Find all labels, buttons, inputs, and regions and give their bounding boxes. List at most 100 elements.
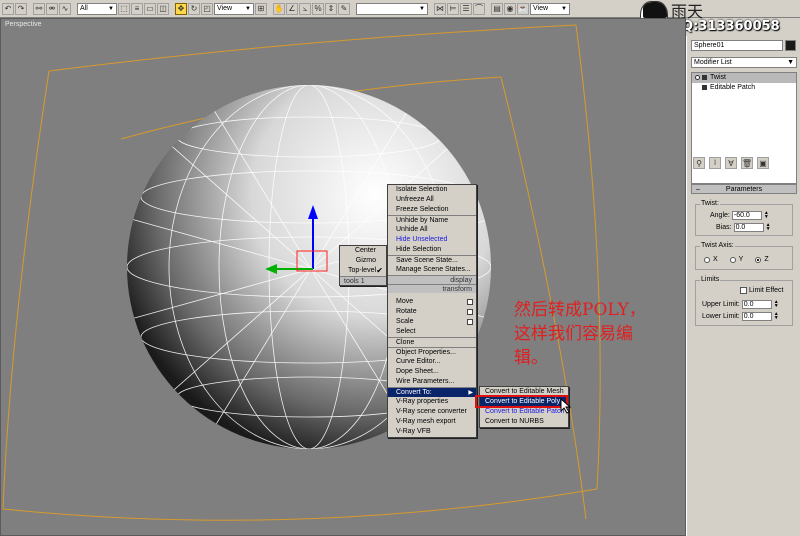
- parameters-rollout-header[interactable]: – Parameters: [691, 184, 797, 194]
- group-title: Limits: [700, 276, 721, 283]
- menu-item-vray-vfb[interactable]: V-Ray VFB: [388, 427, 476, 437]
- angle-spinner-field[interactable]: -60.0: [731, 211, 762, 220]
- menu-item-rotate[interactable]: Rotate: [388, 307, 476, 317]
- menu-item-save-scene-state[interactable]: Save Scene State...: [388, 255, 476, 265]
- material-editor-icon[interactable]: ◉: [504, 2, 516, 15]
- menu-item-unhide-by-name[interactable]: Unhide by Name: [388, 215, 476, 225]
- menu-item-convert-nurbs[interactable]: Convert to NURBS: [480, 417, 568, 427]
- select-by-name-icon[interactable]: ≡: [131, 2, 143, 15]
- curve-editor-icon[interactable]: ⌒: [473, 2, 485, 15]
- object-color-swatch[interactable]: [785, 40, 796, 51]
- menu-item-freeze-selection[interactable]: Freeze Selection: [388, 205, 476, 215]
- menu-item-dope-sheet[interactable]: Dope Sheet...: [388, 367, 476, 377]
- menu-item-wire-parameters[interactable]: Wire Parameters...: [388, 377, 476, 387]
- check-icon: ✔: [376, 266, 383, 275]
- render-type-dropdown[interactable]: View ▼: [530, 2, 570, 15]
- menu-item-curve-editor[interactable]: Curve Editor...: [388, 357, 476, 367]
- menu-item-manage-scene-states[interactable]: Manage Scene States...: [388, 265, 476, 275]
- stack-item-label: Twist: [710, 74, 726, 81]
- upper-limit-field[interactable]: 0.0: [741, 300, 772, 309]
- percent-snap-icon[interactable]: %: [312, 2, 324, 15]
- menu-item-clone[interactable]: Clone: [388, 337, 476, 347]
- menu-item-hide-unselected[interactable]: Hide Unselected: [388, 235, 476, 245]
- menu-item-vray-properties[interactable]: V-Ray properties: [388, 397, 476, 407]
- select-rotate-icon[interactable]: ↻: [188, 2, 200, 15]
- upper-limit-label: Upper Limit:: [702, 301, 740, 308]
- limit-effect-checkbox[interactable]: [740, 287, 747, 294]
- pin-stack-icon[interactable]: ⚲: [693, 157, 705, 169]
- spinner-arrows-icon[interactable]: ▲ ▼: [774, 312, 779, 321]
- select-scale-icon[interactable]: ◰: [201, 2, 213, 15]
- menu-item-move[interactable]: Move: [388, 297, 476, 307]
- rectangle-selection-icon[interactable]: ▭: [144, 2, 156, 15]
- menu-item-hide-selection[interactable]: Hide Selection: [388, 245, 476, 255]
- remove-modifier-icon[interactable]: 🗑: [741, 157, 753, 169]
- undo-icon[interactable]: ↶: [2, 2, 14, 15]
- menu-item-center[interactable]: Center: [340, 246, 386, 256]
- render-scene-icon[interactable]: ☕: [517, 2, 529, 15]
- menu-item-select[interactable]: Select: [388, 327, 476, 337]
- menu-item-unfreeze-all[interactable]: Unfreeze All: [388, 195, 476, 205]
- pivot-center-icon[interactable]: ⊞: [255, 2, 267, 15]
- stack-item-twist[interactable]: Twist: [692, 73, 796, 83]
- menu-item-label: Move: [396, 298, 414, 305]
- bias-spinner-field[interactable]: 0.0: [733, 223, 764, 232]
- selection-filter-dropdown[interactable]: All ▼: [77, 2, 117, 15]
- spinner-arrows-icon[interactable]: ▲ ▼: [764, 211, 769, 220]
- show-end-result-icon[interactable]: ⏽: [709, 157, 721, 169]
- lower-limit-field[interactable]: 0.0: [741, 312, 772, 321]
- menu-item-convert-to[interactable]: Convert To: ▶: [388, 387, 476, 397]
- snap-toggle-icon[interactable]: ∠: [286, 2, 298, 15]
- menu-item-object-properties[interactable]: Object Properties...: [388, 347, 476, 357]
- named-selection-sets-dropdown[interactable]: ▼: [356, 2, 428, 15]
- unlink-icon[interactable]: ⚮: [46, 2, 58, 15]
- axis-x-radio[interactable]: [704, 256, 710, 263]
- menu-item-convert-editable-patch[interactable]: Convert to Editable Patch: [480, 407, 568, 417]
- axis-y-radio[interactable]: [729, 256, 736, 263]
- quad-label-display: display: [388, 275, 476, 284]
- menu-item-unhide-all[interactable]: Unhide All: [388, 225, 476, 235]
- select-move-icon[interactable]: ✥: [175, 2, 187, 15]
- spinner-snap-icon[interactable]: ⇕: [325, 2, 337, 15]
- reference-coordinate-dropdown[interactable]: View ▼: [214, 2, 254, 15]
- spinner-arrows-icon[interactable]: ▲ ▼: [774, 300, 779, 309]
- edit-named-sets-icon[interactable]: ✎: [338, 2, 350, 15]
- modifier-box-icon: [702, 85, 707, 90]
- stack-item-editable-patch[interactable]: Editable Patch: [692, 83, 796, 93]
- select-manipulate-icon[interactable]: ✋: [273, 2, 285, 15]
- settings-box-icon[interactable]: [467, 319, 473, 325]
- angle-snap-icon[interactable]: ⦣: [299, 2, 311, 15]
- axis-z-label: Z: [764, 256, 769, 263]
- spinner-arrows-icon[interactable]: ▲ ▼: [766, 223, 771, 232]
- menu-item-top-level[interactable]: Top-level ✔: [340, 266, 386, 276]
- bind-space-warp-icon[interactable]: ∿: [59, 2, 71, 15]
- chevron-down-icon: ▼: [787, 59, 794, 66]
- link-icon[interactable]: ⚯: [33, 2, 45, 15]
- configure-sets-icon[interactable]: ▣: [757, 157, 769, 169]
- settings-box-icon[interactable]: [467, 299, 473, 305]
- axis-y-label: Y: [738, 256, 744, 263]
- group-title: Twist Axis:: [700, 242, 735, 249]
- schematic-view-icon[interactable]: ▤: [491, 2, 503, 15]
- select-object-icon[interactable]: ⬚: [118, 2, 130, 15]
- layer-manager-icon[interactable]: ☰: [460, 2, 472, 15]
- mirror-icon[interactable]: ⋈: [434, 2, 446, 15]
- menu-item-gizmo[interactable]: Gizmo: [340, 256, 386, 266]
- menu-item-isolate-selection[interactable]: Isolate Selection: [388, 185, 476, 195]
- quad-menu-display-transform: Isolate Selection Unfreeze All Freeze Se…: [387, 184, 477, 438]
- redo-icon[interactable]: ↷: [15, 2, 27, 15]
- menu-item-label: Top-level: [348, 267, 377, 274]
- object-name-field[interactable]: Sphere01: [691, 40, 783, 51]
- window-crossing-icon[interactable]: ◫: [157, 2, 169, 15]
- quad-menu-tools1: Center Gizmo Top-level ✔ tools 1: [339, 245, 387, 286]
- settings-box-icon[interactable]: [467, 309, 473, 315]
- menu-item-vray-mesh-export[interactable]: V-Ray mesh export: [388, 417, 476, 427]
- make-unique-icon[interactable]: ∀: [725, 157, 737, 169]
- light-bulb-icon[interactable]: [695, 75, 700, 80]
- modifier-list-dropdown[interactable]: Modifier List ▼: [691, 57, 797, 68]
- modifier-box-icon: [702, 75, 707, 80]
- align-icon[interactable]: ⊨: [447, 2, 459, 15]
- menu-item-vray-scene-converter[interactable]: V-Ray scene converter: [388, 407, 476, 417]
- menu-item-scale[interactable]: Scale: [388, 317, 476, 327]
- axis-z-radio[interactable]: [755, 256, 762, 263]
